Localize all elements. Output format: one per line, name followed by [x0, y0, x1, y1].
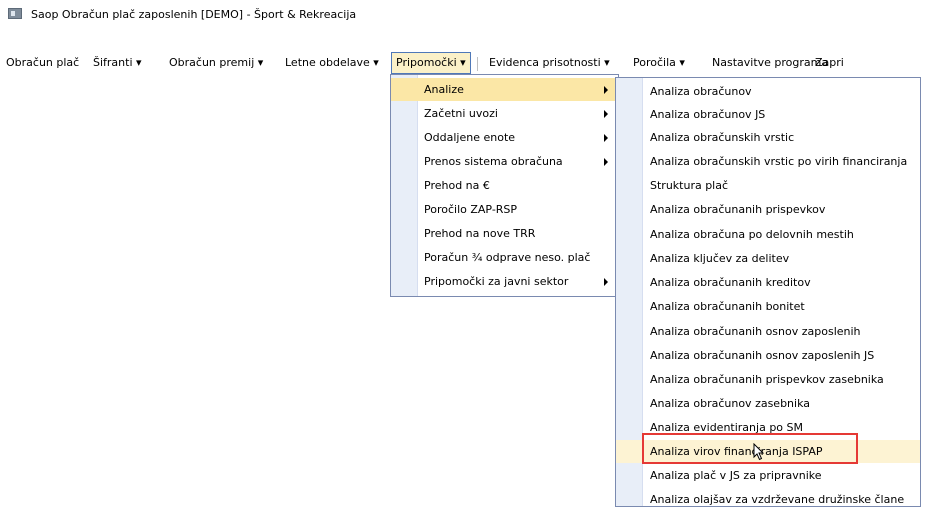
menu-item-analiza-kljucev[interactable]: Analiza ključev za delitev: [616, 247, 920, 270]
menu-letne-obdelave[interactable]: Letne obdelave ▾: [285, 52, 379, 74]
menu-item-prehod-na-euro[interactable]: Prehod na €: [391, 174, 618, 197]
menu-evidenca-prisotnosti[interactable]: Evidenca prisotnosti ▾: [489, 52, 610, 74]
menu-porocila[interactable]: Poročila ▾: [633, 52, 685, 74]
analize-submenu: Analiza obračunov Analiza obračunov JS A…: [615, 77, 921, 507]
menu-item-zacetni-uvozi[interactable]: Začetni uvozi: [391, 102, 618, 125]
menu-item-analiza-vrstic-po-virih[interactable]: Analiza obračunskih vrstic po virih fina…: [616, 150, 920, 173]
menu-item-struktura-plac[interactable]: Struktura plač: [616, 174, 920, 197]
menu-item-prehod-na-nove-trr[interactable]: Prehod na nove TRR: [391, 222, 618, 245]
submenu-arrow-icon: [604, 134, 608, 142]
menu-item-analiza-obracunov-zasebnika[interactable]: Analiza obračunov zasebnika: [616, 392, 920, 415]
submenu-arrow-icon: [604, 278, 608, 286]
menu-item-prenos-sistema[interactable]: Prenos sistema obračuna: [391, 150, 618, 173]
menu-item-analiza-kreditov[interactable]: Analiza obračunanih kreditov: [616, 271, 920, 294]
menu-nastavitve-programa[interactable]: Nastavitve programa: [712, 52, 828, 74]
menu-item-analize[interactable]: Analize: [391, 78, 618, 101]
menu-separator: [477, 57, 478, 71]
menu-item-analiza-evidentiranja-po-sm[interactable]: Analiza evidentiranja po SM: [616, 416, 920, 439]
menu-item-analiza-prispevkov-zasebnika[interactable]: Analiza obračunanih prispevkov zasebnika: [616, 368, 920, 391]
menu-item-analiza-virov-ispap[interactable]: Analiza virov financiranja ISPAP: [616, 440, 920, 463]
menu-item-analiza-prispevkov[interactable]: Analiza obračunanih prispevkov: [616, 198, 920, 221]
menu-item-analiza-osnov-zaposlenih[interactable]: Analiza obračunanih osnov zaposlenih: [616, 320, 920, 343]
menu-sifranti[interactable]: Šifranti ▾: [93, 52, 142, 74]
window-title: Saop Obračun plač zaposlenih [DEMO] - Šp…: [31, 8, 357, 21]
menu-item-analiza-obracunov-js[interactable]: Analiza obračunov JS: [616, 103, 920, 126]
submenu-arrow-icon: [604, 110, 608, 118]
submenu-arrow-icon: [604, 86, 608, 94]
menu-pripomocki[interactable]: Pripomočki ▾: [391, 52, 471, 74]
menu-obracun-premij[interactable]: Obračun premij ▾: [169, 52, 263, 74]
submenu-arrow-icon: [604, 158, 608, 166]
menu-item-analiza-plac-pripravniki[interactable]: Analiza plač v JS za pripravnike: [616, 464, 920, 487]
menu-item-analiza-osnov-zaposlenih-js[interactable]: Analiza obračunanih osnov zaposlenih JS: [616, 344, 920, 367]
pripomocki-dropdown: Analize Začetni uvozi Oddaljene enote Pr…: [390, 74, 619, 297]
menu-item-analiza-po-delovnih-mestih[interactable]: Analiza obračuna po delovnih mestih: [616, 223, 920, 246]
menu-item-poracun-odprave[interactable]: Poračun ¾ odprave neso. plač: [391, 246, 618, 269]
menu-item-porocilo-zap-rsp[interactable]: Poročilo ZAP-RSP: [391, 198, 618, 221]
title-bar: Saop Obračun plač zaposlenih [DEMO] - Šp…: [0, 0, 946, 30]
menu-obracun-plac[interactable]: Obračun plač: [6, 52, 79, 74]
menu-item-analiza-bonitet[interactable]: Analiza obračunanih bonitet: [616, 295, 920, 318]
app-icon: [8, 8, 22, 19]
menu-item-javni-sektor[interactable]: Pripomočki za javni sektor: [391, 270, 618, 293]
menu-item-analiza-obracunskih-vrstic[interactable]: Analiza obračunskih vrstic: [616, 126, 920, 149]
menu-bar: Obračun plač Šifranti ▾ Obračun premij ▾…: [0, 52, 946, 74]
menu-zapri[interactable]: Zapri: [815, 52, 844, 74]
menu-item-analiza-olajsav[interactable]: Analiza olajšav za vzdrževane družinske …: [616, 488, 920, 511]
mouse-cursor-icon: [753, 443, 765, 461]
menu-item-analiza-obracunov[interactable]: Analiza obračunov: [616, 80, 920, 103]
menu-item-oddaljene-enote[interactable]: Oddaljene enote: [391, 126, 618, 149]
